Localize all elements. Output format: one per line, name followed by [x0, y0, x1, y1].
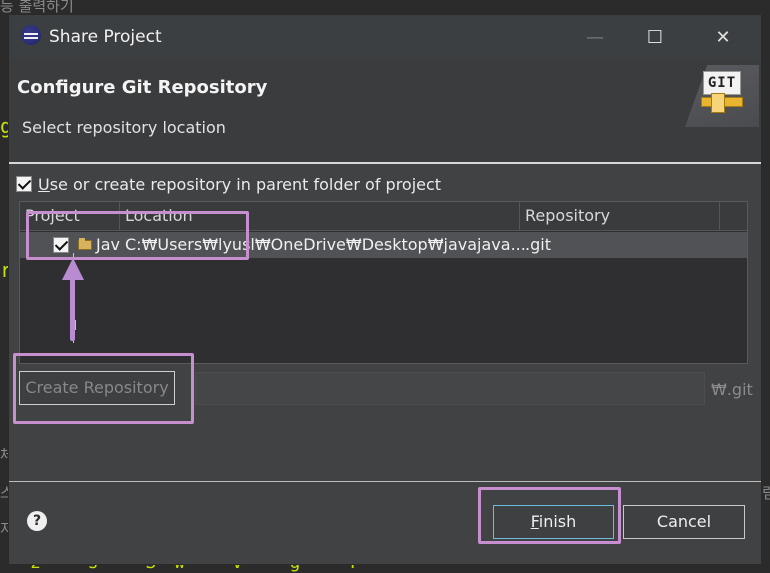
page-subtitle: Select repository location	[22, 118, 226, 137]
annotation-highlight-row	[26, 211, 249, 260]
page-title: Configure Git Repository	[17, 77, 268, 98]
repository-path-input[interactable]	[195, 372, 705, 405]
window-title: Share Project	[49, 27, 162, 47]
help-icon[interactable]: ?	[27, 511, 47, 531]
git-repository-icon	[711, 93, 725, 113]
use-parent-checkbox[interactable]	[16, 176, 32, 192]
title-bar[interactable]: Share Project — ☐ ✕	[9, 15, 761, 59]
cell-repository: .git	[525, 235, 551, 254]
annotation-highlight-finish	[478, 487, 621, 544]
use-parent-label[interactable]: Use or create repository in parent folde…	[38, 175, 441, 194]
wizard-header: Configure Git Repository Select reposito…	[9, 59, 761, 163]
maximize-button[interactable]: ☐	[625, 15, 685, 59]
footer-divider	[9, 481, 761, 482]
annotation-arrow-head	[62, 258, 84, 280]
annotation-highlight-create	[13, 353, 194, 424]
close-button[interactable]: ✕	[693, 15, 753, 59]
annotation-arrow-shaft	[70, 275, 75, 341]
eclipse-icon	[21, 25, 41, 45]
repository-suffix: ₩.git	[711, 380, 753, 399]
cancel-button[interactable]: Cancel	[623, 505, 745, 539]
column-header-repository[interactable]: Repository	[520, 202, 720, 230]
header-divider	[9, 162, 761, 164]
background-right-char: 림	[762, 484, 770, 502]
minimize-button[interactable]: —	[565, 15, 625, 59]
git-logo-icon: GIT	[703, 71, 741, 95]
share-project-dialog: Share Project — ☐ ✕ Configure Git Reposi…	[8, 14, 762, 565]
